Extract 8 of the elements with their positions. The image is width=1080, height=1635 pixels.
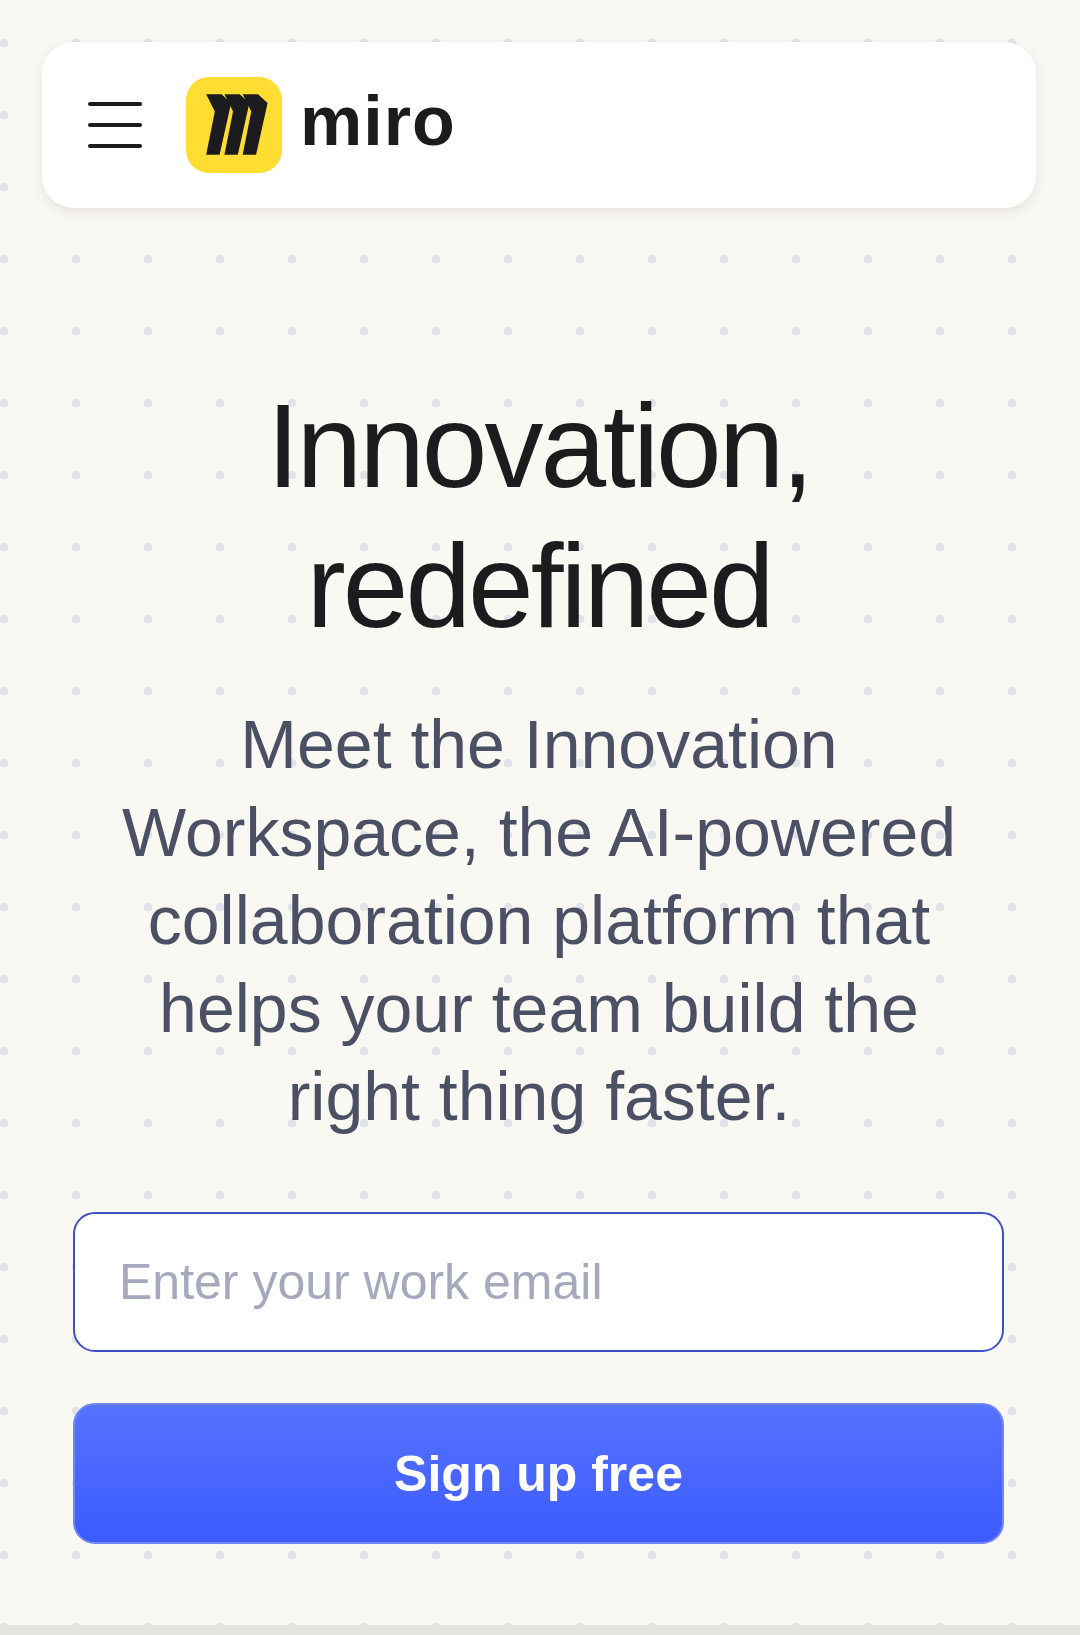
hero-subtitle: Meet the Innovation Workspace, the AI-powered collaboration platform that helps your team build the right thing faster. [120,705,958,1136]
menu-icon [88,102,142,148]
email-input[interactable]: Enter your work email [73,1212,1004,1352]
logo-icon [186,77,282,173]
sign-up-button[interactable]: Sign up free [73,1403,1004,1544]
home-link[interactable]: miro [186,77,456,173]
hero-heading: Innovation, redefined [265,379,813,654]
menu-button[interactable] [88,102,142,148]
